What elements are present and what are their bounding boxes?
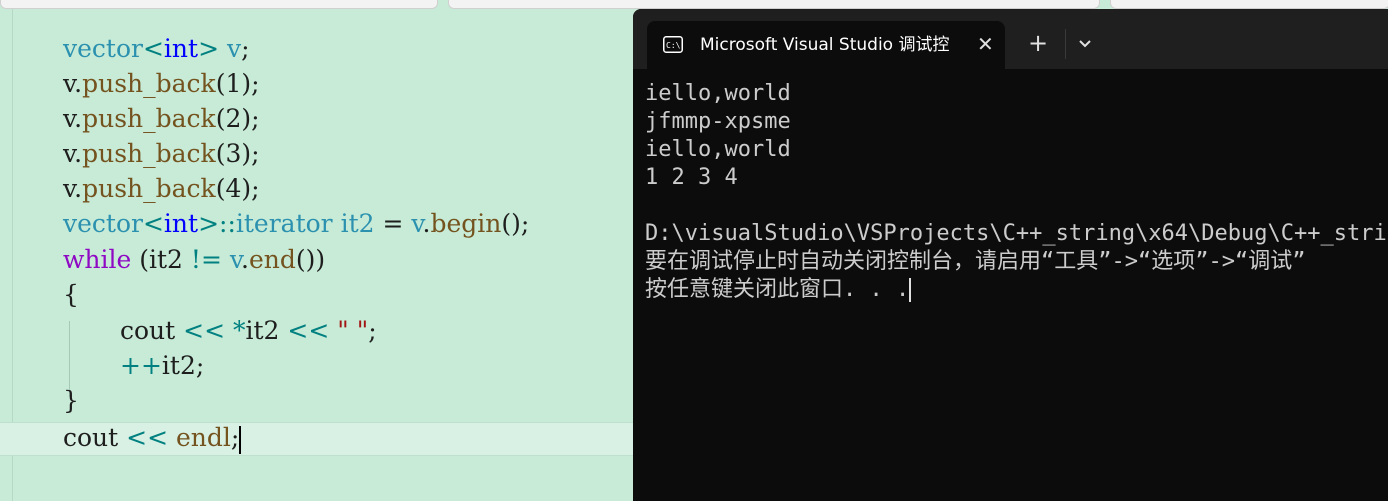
- code-token: push_back: [82, 139, 216, 168]
- code-line: ++it2;: [120, 351, 204, 381]
- code-token: vector: [63, 34, 143, 63]
- close-icon[interactable]: ✕: [977, 32, 994, 56]
- code-token: iterator: [235, 209, 333, 238]
- code-token: it2;: [161, 351, 205, 380]
- titlebar-separator: [1065, 29, 1066, 59]
- code-token: *: [233, 316, 246, 345]
- code-editor[interactable]: vector<int> v; v.push_back(1); v.push_bac…: [0, 9, 634, 501]
- code-token: ();: [501, 209, 530, 238]
- code-line: vector<int> v;: [63, 34, 257, 64]
- output-line: 要在调试停止时自动关闭控制台，请启用“工具”->“选项”->“调试”: [645, 249, 1306, 274]
- terminal-cursor: [909, 278, 912, 302]
- prompt-text: 按任意键关闭此窗口. . .: [645, 277, 910, 302]
- code-token: (3);: [215, 139, 260, 168]
- output-line: 1 2 3 4: [645, 165, 738, 190]
- editor-tab[interactable]: [1110, 0, 1388, 9]
- code-token: }: [63, 386, 79, 415]
- code-token: v.: [63, 104, 83, 133]
- code-line: cout << endl;: [63, 423, 242, 454]
- svg-text:C:\: C:\: [666, 41, 681, 50]
- code-token: .: [422, 209, 431, 238]
- code-token: ++: [120, 351, 162, 380]
- code-line: vector<int>::iterator it2 = v.begin();: [63, 209, 529, 239]
- code-token: v.: [63, 139, 83, 168]
- code-token: .: [241, 245, 249, 274]
- code-token: push_back: [82, 69, 216, 98]
- code-line: }: [63, 386, 79, 416]
- output-line: 按任意键关闭此窗口. . .: [645, 276, 1388, 304]
- code-token: ;: [368, 316, 377, 345]
- code-token: (it2: [131, 245, 191, 274]
- code-token: ;: [230, 423, 240, 452]
- code-token: " ": [337, 316, 369, 345]
- code-token: int: [163, 209, 199, 238]
- code-token: vector: [63, 209, 143, 238]
- code-token: push_back: [82, 174, 216, 203]
- code-token: >: [198, 34, 227, 63]
- code-token: while: [63, 245, 132, 274]
- output-line: jfmmp-xpsme: [645, 109, 791, 134]
- code-token: <<: [287, 316, 330, 345]
- terminal-tab-title: Microsoft Visual Studio 调试控制台: [700, 35, 950, 55]
- code-token: endl: [176, 423, 231, 452]
- code-line: v.push_back(1);: [63, 69, 260, 99]
- code-token: ()): [295, 245, 326, 274]
- code-token: end: [248, 245, 296, 274]
- console-icon: C:\: [663, 36, 683, 53]
- code-token: <<: [183, 316, 226, 345]
- code-token: cout: [63, 423, 127, 452]
- code-line: v.push_back(3);: [63, 139, 260, 169]
- code-token: (2);: [215, 104, 260, 133]
- code-line: v.push_back(4);: [63, 174, 260, 204]
- code-token: (1);: [215, 69, 260, 98]
- text-cursor: [239, 425, 242, 454]
- code-token: !=: [190, 245, 222, 274]
- code-token: v: [226, 34, 242, 63]
- output-line: D:\visualStudio\VSProjects\C++_string\x6…: [645, 221, 1388, 246]
- code-token: v.: [63, 174, 83, 203]
- editor-tab[interactable]: [0, 0, 438, 9]
- code-token: v.: [63, 69, 83, 98]
- code-token: it2: [245, 316, 288, 345]
- code-token: {: [63, 280, 79, 309]
- code-token: int: [163, 34, 199, 63]
- code-token: cout: [120, 316, 184, 345]
- code-token: it2: [340, 209, 375, 238]
- editor-tab-strip: [0, 0, 1388, 9]
- code-token: <<: [126, 423, 169, 452]
- code-token: v: [229, 245, 242, 274]
- code-token: >::: [198, 209, 236, 238]
- code-token: <: [142, 34, 164, 63]
- code-token: ;: [241, 34, 258, 63]
- terminal-tab[interactable]: C:\ Microsoft Visual Studio 调试控制台 ✕: [647, 21, 1005, 69]
- chevron-down-icon[interactable]: [1073, 31, 1097, 55]
- code-line: {: [63, 280, 79, 310]
- code-token: (4);: [215, 174, 260, 203]
- terminal-output: iello,world jfmmp-xpsme iello,world 1 2 …: [645, 80, 1388, 304]
- code-token: =: [374, 209, 412, 238]
- code-line: v.push_back(2);: [63, 104, 260, 134]
- output-line: iello,world: [645, 137, 791, 162]
- terminal-titlebar: C:\ Microsoft Visual Studio 调试控制台 ✕ +: [633, 9, 1388, 69]
- code-token: v: [411, 209, 423, 238]
- code-line: while (it2 != v.end()): [63, 245, 325, 275]
- output-line: iello,world: [645, 81, 791, 106]
- code-token: <: [142, 209, 164, 238]
- code-token: begin: [430, 209, 502, 238]
- terminal-window[interactable]: C:\ Microsoft Visual Studio 调试控制台 ✕ + ie…: [633, 9, 1388, 501]
- new-tab-button[interactable]: +: [1028, 29, 1048, 57]
- code-token: push_back: [82, 104, 216, 133]
- code-line: cout << *it2 << " ";: [120, 316, 377, 346]
- editor-tab[interactable]: [448, 0, 1100, 9]
